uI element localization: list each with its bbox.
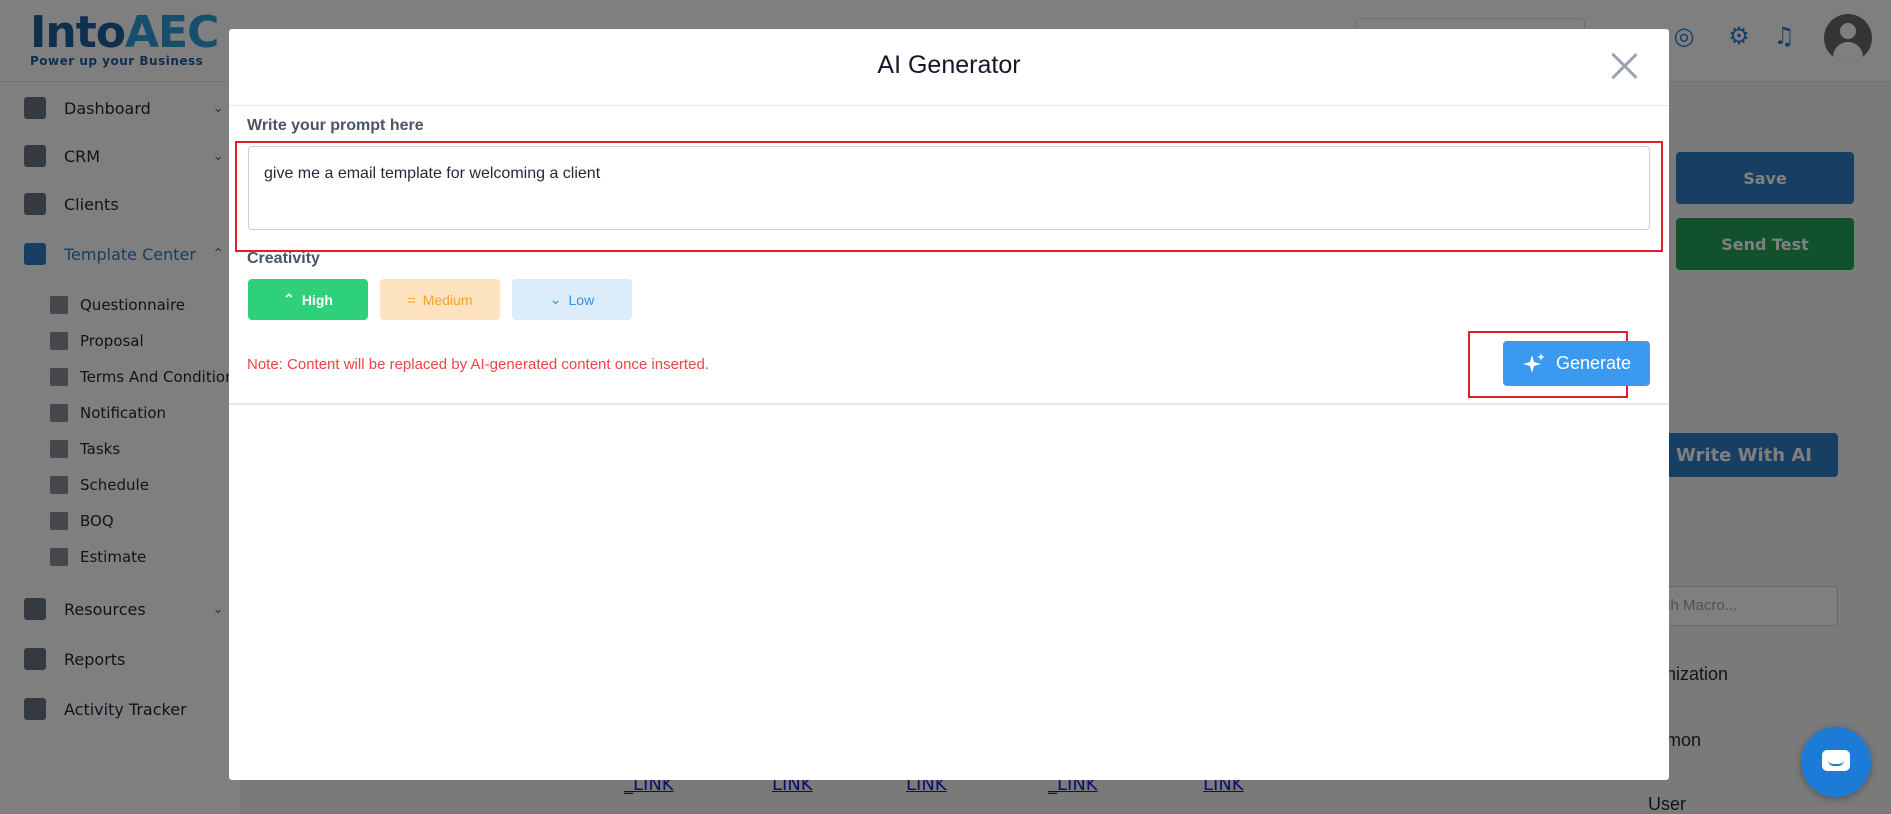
ai-generator-modal: AI Generator Write your prompt here give…	[229, 29, 1669, 780]
prompt-label: Write your prompt here	[247, 117, 424, 134]
chat-icon	[1822, 750, 1850, 771]
creativity-medium-label: Medium	[422, 291, 473, 308]
equals-icon: =	[407, 291, 416, 308]
chevron-up-icon: ⌃	[283, 291, 295, 307]
creativity-low-button[interactable]: ⌄ Low	[512, 279, 632, 320]
chat-support-button[interactable]	[1801, 727, 1871, 797]
modal-divider	[229, 403, 1669, 405]
chevron-down-icon: ⌄	[549, 291, 562, 307]
creativity-label: Creativity	[247, 250, 320, 267]
replacement-note: Note: Content will be replaced by AI-gen…	[247, 356, 709, 373]
modal-header: AI Generator	[229, 29, 1669, 106]
generate-button[interactable]: Generate	[1503, 341, 1650, 386]
generate-label: Generate	[1555, 353, 1632, 373]
creativity-medium-button[interactable]: = Medium	[380, 279, 500, 320]
prompt-input[interactable]: give me a email template for welcoming a…	[248, 146, 1650, 230]
close-icon[interactable]	[1607, 49, 1641, 83]
creativity-high-label: High	[301, 291, 333, 308]
sparkle-icon	[1522, 352, 1545, 373]
creativity-low-label: Low	[568, 291, 595, 308]
creativity-high-button[interactable]: ⌃ High	[248, 279, 368, 320]
modal-title: AI Generator	[877, 51, 1021, 79]
